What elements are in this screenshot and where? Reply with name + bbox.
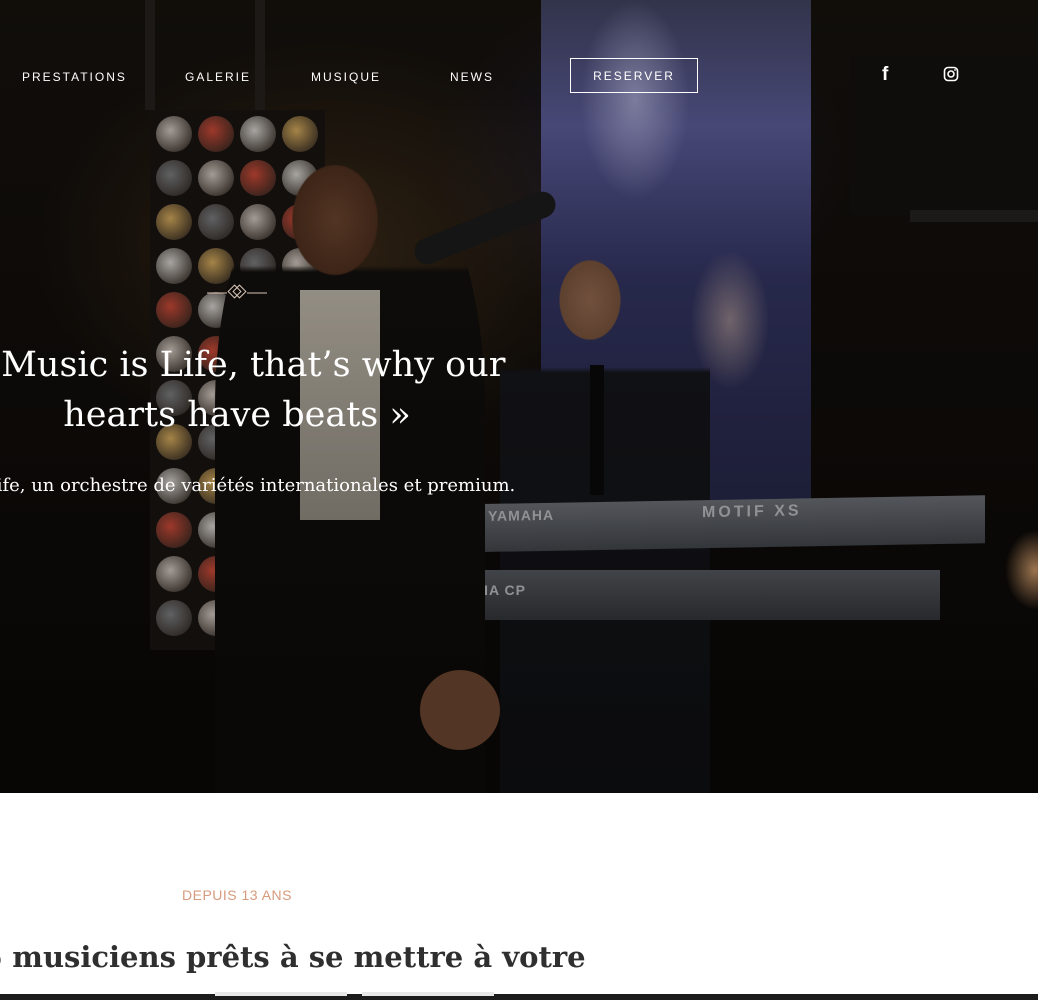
hero-tagline: Life, un orchestre de variétés internati… bbox=[0, 475, 516, 496]
reserve-button-label: RESERVER bbox=[593, 68, 675, 83]
bottom-bar bbox=[0, 994, 1038, 1000]
facebook-icon[interactable]: f bbox=[882, 64, 888, 86]
section-eyebrow: DEPUIS 13 ANS bbox=[182, 887, 292, 903]
hero-quote-line: hearts have beats » bbox=[63, 395, 411, 435]
bottom-tab bbox=[362, 992, 494, 996]
bottom-tab bbox=[215, 992, 347, 996]
reserve-button[interactable]: RESERVER bbox=[570, 58, 698, 93]
hero-quote-line: « Music is Life, that’s why our bbox=[0, 345, 506, 385]
section-title: 6 musiciens prêts à se mettre à votre bbox=[0, 940, 586, 974]
instagram-icon[interactable] bbox=[943, 66, 959, 87]
nav-galerie[interactable]: GALERIE bbox=[185, 70, 251, 84]
hero-quote: « Music is Life, that’s why our hearts h… bbox=[0, 340, 544, 440]
nav-musique[interactable]: MUSIQUE bbox=[311, 70, 381, 84]
nav-news[interactable]: NEWS bbox=[450, 70, 494, 84]
nav-prestations[interactable]: PRESTATIONS bbox=[22, 70, 127, 84]
ornament-divider-icon bbox=[207, 284, 267, 299]
hero-section: YAMAHA MOTIF XS YAMAHA CP PRESTATIONS GA… bbox=[0, 0, 1038, 793]
